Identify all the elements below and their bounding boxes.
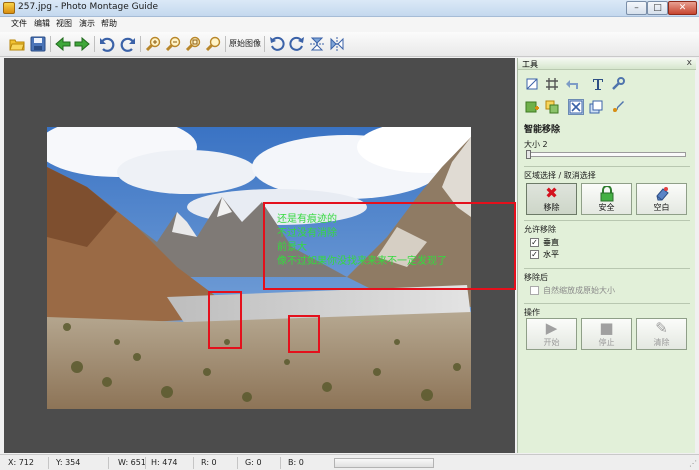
size-slider-thumb[interactable] [526,150,531,159]
resize-grip-icon[interactable]: ⋰ [689,459,697,468]
menu-edit[interactable]: 编辑 [34,18,50,29]
close-button[interactable]: ✕ [668,1,697,15]
allow-remove-label: 允许移除 [524,225,556,234]
flip-horizontal-icon[interactable] [328,35,346,53]
stop-icon: ■ [599,319,614,337]
lock-icon [582,184,631,202]
blank-region-button[interactable]: 空白 [636,183,687,215]
mode-title: 智能移除 [524,125,561,135]
status-height: H: 474 [151,458,178,467]
rotate-right-icon[interactable] [288,35,306,53]
natural-scale-checkbox[interactable]: 自然缩放成原始大小 [530,285,615,296]
status-bar: X: 712 Y: 354 W: 651 H: 474 R: 0 G: 0 B:… [0,454,699,470]
overlay-text-line-3: 前景大 [277,242,307,253]
smart-remove-tool-icon[interactable] [568,99,584,115]
toolbar: 原始图像 [0,32,699,57]
red-x-icon: ✖ [545,184,558,202]
tool-panel: 工具 x 智能移除 大小 2 区域选择 / 取消选择 ✖ 移除 安全 空白 允许… [517,58,696,453]
maximize-button[interactable]: □ [647,1,668,15]
safe-region-button[interactable]: 安全 [581,183,632,215]
overlay-text-line-2: 不过没有消除 [277,228,337,239]
menu-help[interactable]: 帮助 [101,18,117,29]
undo-arrow-icon[interactable] [564,76,580,92]
status-width: W: 651 [118,458,146,467]
panel-close-button[interactable]: x [687,58,692,68]
menu-view[interactable]: 视图 [56,18,72,29]
forward-arrow-icon[interactable] [73,35,91,53]
status-green: G: 0 [245,458,262,467]
start-button[interactable]: ▶ 开始 [526,318,577,350]
grid-tool-icon[interactable] [544,76,560,92]
add-image-icon[interactable] [524,99,540,115]
window-title: 257.jpg - Photo Montage Guide [18,2,159,12]
status-x: X: 712 [8,458,34,467]
status-red: R: 0 [201,458,217,467]
panel-header: 工具 x [518,58,696,70]
selection-box-left[interactable] [208,291,242,349]
eraser-icon [637,184,686,202]
checkbox-horizontal[interactable]: ✓ [530,250,539,259]
after-remove-label: 移除后 [524,273,548,282]
redo-icon[interactable] [119,35,137,53]
wrench-tool-icon[interactable] [610,76,626,92]
back-arrow-icon[interactable] [54,35,72,53]
overlay-text-line-4: 像不过如果你没找来来来不一定发现了 [277,256,447,267]
stop-button[interactable]: ■ 停止 [581,318,632,350]
status-y: Y: 354 [56,458,81,467]
original-image-button[interactable]: 原始图像 [229,38,261,49]
checkbox-natural-scale[interactable] [530,286,539,295]
zoom-fit-icon[interactable] [184,35,202,53]
size-label: 大小 2 [524,140,548,149]
panel-title: 工具 [522,60,538,69]
undo-icon[interactable] [98,35,116,53]
vertical-checkbox[interactable]: ✓ 垂直 [530,237,559,248]
clear-icon: ✎ [655,319,668,337]
menu-file[interactable]: 文件 [11,18,27,29]
size-slider[interactable] [526,150,686,159]
title-bar: 257.jpg - Photo Montage Guide – □ ✕ [0,0,699,17]
overlay-text-line-1: 还是有痕迹的 [277,214,337,225]
text-tool-icon[interactable] [590,76,606,92]
rotate-left-icon[interactable] [268,35,286,53]
checkbox-vertical[interactable]: ✓ [530,238,539,247]
region-label: 区域选择 / 取消选择 [524,171,596,180]
zoom-actual-icon[interactable] [204,35,222,53]
menu-demo[interactable]: 演示 [79,18,95,29]
horizontal-checkbox[interactable]: ✓ 水平 [530,249,559,260]
remove-region-button[interactable]: ✖ 移除 [526,183,577,215]
app-icon [3,2,15,14]
progress-bar [334,458,434,468]
copy-image-icon[interactable] [544,99,560,115]
operations-label: 操作 [524,308,540,317]
zoom-out-icon[interactable] [164,35,182,53]
status-blue: B: 0 [288,458,304,467]
play-icon: ▶ [545,319,558,337]
flip-vertical-icon[interactable] [308,35,326,53]
save-icon[interactable] [29,35,47,53]
clear-button[interactable]: ✎ 清除 [636,318,687,350]
menu-bar: 文件 编辑 视图 演示 帮助 [0,17,699,32]
image-canvas[interactable]: 还是有痕迹的 不过没有消除 前景大 像不过如果你没找来来来不一定发现了 [4,58,516,453]
selection-box-right[interactable] [288,315,320,353]
paint-tool-icon[interactable] [610,99,626,115]
open-icon[interactable] [8,35,26,53]
crop-tool-icon[interactable] [524,76,540,92]
minimize-button[interactable]: – [626,1,647,15]
zoom-in-icon[interactable] [144,35,162,53]
layers-tool-icon[interactable] [588,99,604,115]
